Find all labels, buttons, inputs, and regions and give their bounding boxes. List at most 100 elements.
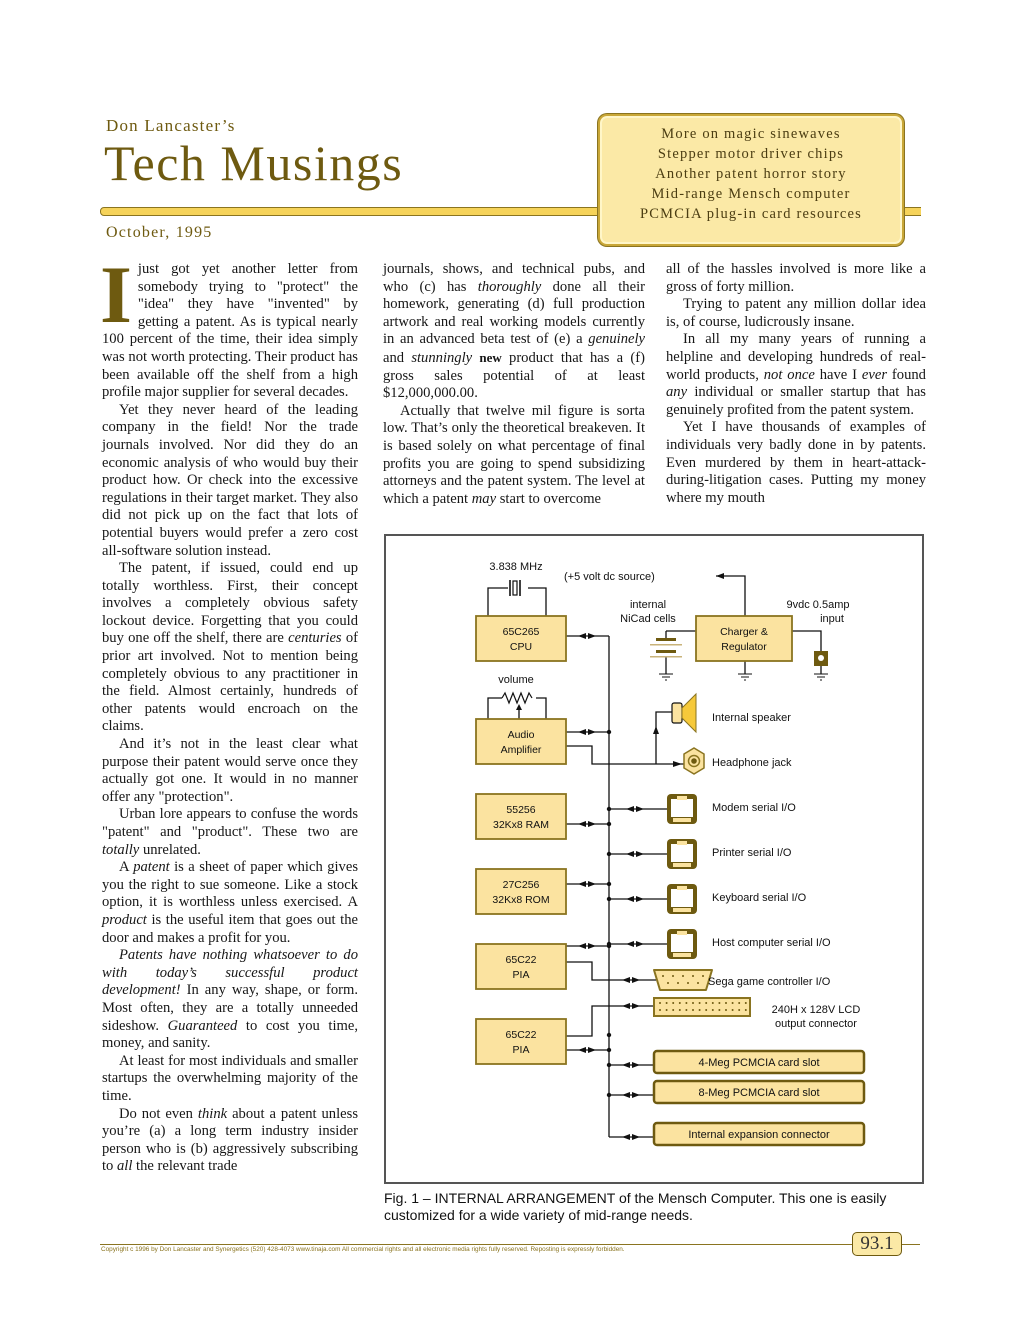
lcd-pin xyxy=(692,1009,694,1011)
lcd-pin xyxy=(738,1009,741,1011)
input-label: 9vdc 0.5amp xyxy=(787,599,850,611)
block-4: 27C256 32Kx8 ROM xyxy=(475,868,567,915)
contents-box: More on magic sinewaves Stepper motor dr… xyxy=(598,114,904,246)
issue-date: October, 1995 xyxy=(106,224,213,241)
arrow xyxy=(653,726,659,734)
article-column-1: Ijust got yet another letter from somebo… xyxy=(100,249,358,1176)
article-column-2: journals, shows, and technical pubs, and… xyxy=(383,261,645,508)
io-label: output connector xyxy=(775,1018,857,1030)
block-label: 65C22 xyxy=(506,1029,537,1041)
io-label: Sega game controller I/O xyxy=(708,976,831,988)
card-slot: 8-Meg PCMCIA card slot xyxy=(652,1079,866,1105)
paragraph: The patent, if issued, could end up tota… xyxy=(102,560,358,735)
io-label: Keyboard serial I/O xyxy=(712,892,807,904)
footer-rule xyxy=(100,1244,852,1245)
input-label: input xyxy=(820,613,844,625)
block-label: 32Kx8 RAM xyxy=(493,819,549,831)
lcd-pin xyxy=(731,1009,734,1011)
io-label: Printer serial I/O xyxy=(712,847,792,859)
header-rule xyxy=(100,207,602,216)
slot-label: 4-Meg PCMCIA card slot xyxy=(698,1057,819,1069)
speaker-icon xyxy=(671,692,697,734)
rj-jacks xyxy=(667,794,697,959)
io-label: Host computer serial I/O xyxy=(712,937,831,949)
block-2: Audio Amplifier xyxy=(475,718,567,765)
lcd-pin xyxy=(711,1002,714,1004)
paragraph: all of the hassles involved is more like… xyxy=(666,261,926,295)
lcd-pin xyxy=(705,1009,708,1011)
nicad-label: NiCad cells xyxy=(620,613,676,625)
lcd-pin xyxy=(705,1002,708,1004)
lcd-pin xyxy=(659,1002,661,1004)
io-label: Headphone jack xyxy=(712,757,792,769)
paragraph: In all my many years of running a helpli… xyxy=(666,331,926,418)
block-label: CPU xyxy=(510,641,532,653)
lcd-pin xyxy=(718,1009,721,1011)
rj-jack-icon xyxy=(667,839,697,869)
block-label: PIA xyxy=(513,1044,530,1056)
contents-item: PCMCIA plug-in card resources xyxy=(639,206,863,222)
lcd-pin xyxy=(744,1002,747,1004)
nicad-label: internal xyxy=(630,599,666,611)
block-0: 65C265 CPU xyxy=(475,615,567,662)
paragraph: Actually that twelve mil figure is sorta… xyxy=(383,402,645,507)
battery-icon xyxy=(650,638,682,658)
contents-item: Another patent horror story xyxy=(655,166,847,182)
slot-label: 8-Meg PCMCIA card slot xyxy=(698,1087,819,1099)
power-jack-icon xyxy=(814,651,828,666)
block-label: Charger & xyxy=(720,626,768,638)
block-label: 65C265 xyxy=(503,626,540,638)
block-label: Regulator xyxy=(721,641,767,653)
lcd-pin xyxy=(659,1009,661,1011)
db9-connector-icon xyxy=(653,969,713,991)
paragraph: And it’s not in the least clear what pur… xyxy=(102,736,358,805)
block-label: PIA xyxy=(513,969,530,981)
block-3: 55256 32Kx8 RAM xyxy=(475,793,567,840)
paragraph: Yet they never heard of the leading comp… xyxy=(102,401,358,559)
paragraph: Trying to patent any million dollar idea… xyxy=(666,296,926,330)
lcd-pin xyxy=(711,1009,714,1011)
lcd-pin xyxy=(692,1002,694,1004)
block-label: 27C256 xyxy=(503,879,540,891)
lcd-pin xyxy=(665,1009,668,1011)
crystal-icon xyxy=(509,580,521,596)
lcd-pin xyxy=(678,1009,681,1011)
block-diagram: 65C265 CPU Charger & Regulator Audio Amplifie… xyxy=(475,561,866,1147)
block-1: Charger & Regulator xyxy=(695,615,793,662)
paragraph: At least for most individuals and smalle… xyxy=(102,1052,358,1104)
page-number: 93.1 xyxy=(852,1232,902,1256)
lcd-pin xyxy=(698,1002,701,1004)
lcd-connector-icon xyxy=(653,997,751,1017)
headphone-jack-icon xyxy=(683,747,705,775)
lcd-pin xyxy=(678,1002,681,1004)
paragraph: Urban lore appears to confuse the words … xyxy=(102,806,358,858)
slot-label: Internal expansion connector xyxy=(688,1129,830,1141)
footer-rule-right xyxy=(900,1244,920,1245)
lcd-pin xyxy=(738,1002,741,1004)
block-label: Audio xyxy=(508,729,535,741)
io-label: 240H x 128V LCD xyxy=(772,1004,861,1016)
block-label: Amplifier xyxy=(501,744,542,756)
lcd-pin xyxy=(725,1002,727,1004)
contents-list: More on magic sinewaves Stepper motor dr… xyxy=(600,116,902,224)
potentiometer-icon xyxy=(501,691,533,705)
lcd-pin xyxy=(698,1009,701,1011)
crystal-label: 3.838 MHz xyxy=(489,561,542,573)
ground-icons xyxy=(659,673,828,681)
paragraph: Yet I have thousands of examples of indi… xyxy=(666,419,926,506)
lcd-pin xyxy=(665,1002,668,1004)
lcd-pin xyxy=(718,1002,721,1004)
rj-jack-icon xyxy=(667,794,697,824)
masthead-title: Tech Musings xyxy=(104,135,404,191)
paragraph: Do not even think about a patent unless … xyxy=(102,1105,358,1175)
lcd-pin xyxy=(731,1002,734,1004)
lcd-pin xyxy=(672,1009,675,1011)
paragraph: Patents have nothing whatsoever to do wi… xyxy=(102,947,358,1052)
drop-cap: I xyxy=(100,249,132,340)
lcd-pin xyxy=(725,1009,727,1011)
lcd-pin xyxy=(685,1002,688,1004)
author-line: Don Lancaster’s xyxy=(106,116,236,135)
power-source-label: (+5 volt dc source) xyxy=(564,571,655,583)
paragraph: journals, shows, and technical pubs, and… xyxy=(383,261,645,402)
article-column-3: all of the hassles involved is more like… xyxy=(666,261,926,507)
